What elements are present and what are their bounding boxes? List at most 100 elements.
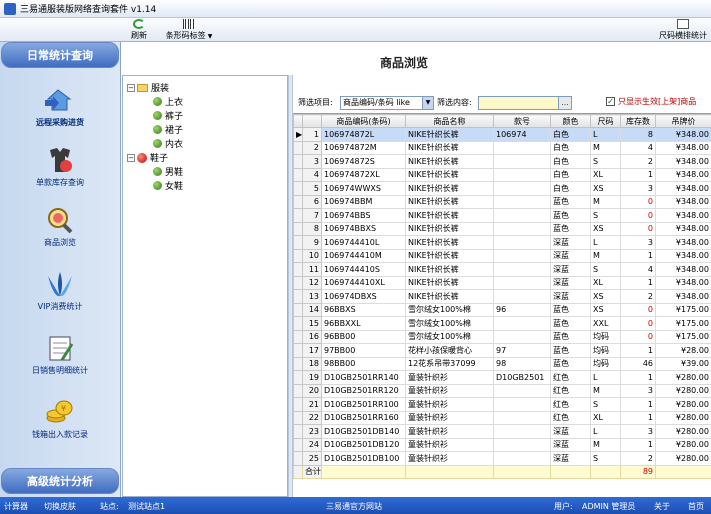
active-only-checkbox[interactable]: ✓ 只显示生效[上架]商品 bbox=[606, 96, 696, 107]
sidebar-item-label: VIP消费统计 bbox=[37, 302, 83, 311]
tree-node-underwear[interactable]: 内衣 bbox=[153, 137, 183, 150]
table-cell: 童装针织衫 bbox=[405, 451, 494, 466]
table-cell: 97BB00 bbox=[321, 343, 406, 358]
table-cell: ¥348.00 bbox=[655, 275, 711, 290]
size-report-button[interactable]: 尺码横排统计 bbox=[657, 19, 709, 41]
filter-select[interactable]: 商品编码/条码 like ▼ bbox=[340, 96, 434, 110]
switch-skin-link[interactable]: 切换皮肤 bbox=[44, 501, 76, 512]
table-row[interactable]: ▶ 1 106974872L NIKE针织长裤 106974 白色 L 8 ¥348.00 bbox=[293, 127, 711, 142]
sidebar-item-vip-stats[interactable]: VIP消费统计 bbox=[0, 270, 120, 312]
tree-node-shoes[interactable]: − 鞋子 bbox=[127, 151, 168, 164]
total-row: 合计 89 bbox=[293, 464, 711, 479]
tree-node-womens-shoes[interactable]: 女鞋 bbox=[153, 179, 183, 192]
table-cell: S bbox=[590, 208, 621, 223]
table-cell bbox=[493, 181, 551, 196]
table-cell: ¥175.00 bbox=[655, 302, 711, 317]
table-row[interactable]: 16 96BB00 雪尔绒女100%棉 蓝色 均码 0 ¥175.00 bbox=[293, 329, 711, 344]
column-header[interactable]: 商品名称 bbox=[405, 114, 494, 128]
leaf-icon bbox=[153, 97, 162, 106]
table-row[interactable]: 5 106974WWXS NIKE针织长裤 白色 XS 3 ¥348.00 bbox=[293, 181, 711, 196]
tree-node-pants[interactable]: 裤子 bbox=[153, 109, 183, 122]
sidebar-item-product-browse[interactable]: 商品浏览 bbox=[0, 206, 120, 248]
total-stock: 89 bbox=[620, 464, 656, 479]
tree-node-clothing[interactable]: − 服装 bbox=[127, 81, 169, 94]
row-number: 9 bbox=[302, 235, 322, 250]
table-row[interactable]: 23 D10GB2501DB140 童装针织衫 深蓝 L 3 ¥280.00 bbox=[293, 424, 711, 439]
table-row[interactable]: 4 106974872XL NIKE针织长裤 白色 XL 1 ¥348.00 bbox=[293, 167, 711, 182]
svg-text:¥: ¥ bbox=[61, 404, 66, 413]
row-number: 21 bbox=[302, 397, 322, 412]
column-header[interactable]: 款号 bbox=[493, 114, 551, 128]
tree-node-tops[interactable]: 上衣 bbox=[153, 95, 183, 108]
row-number: 15 bbox=[302, 316, 322, 331]
column-header[interactable]: 颜色 bbox=[550, 114, 591, 128]
table-cell: 童装针织衫 bbox=[405, 397, 494, 412]
table-row[interactable]: 24 D10GB2501DB120 童装针织衫 深蓝 M 1 ¥280.00 bbox=[293, 437, 711, 452]
table-cell: L bbox=[590, 127, 621, 142]
table-row[interactable]: 11 1069744410S NIKE针织长裤 深蓝 S 4 ¥348.00 bbox=[293, 262, 711, 277]
table-row[interactable]: 20 D10GB2501RR120 童装针织衫 红色 M 3 ¥280.00 bbox=[293, 383, 711, 398]
table-row[interactable]: 18 98BB00 12花系吊带37099 98 蓝色 均码 46 ¥39.00 bbox=[293, 356, 711, 371]
row-number: 1 bbox=[302, 127, 322, 142]
filter-content-input[interactable]: … bbox=[478, 96, 572, 110]
checkbox-checked-icon[interactable]: ✓ bbox=[606, 97, 615, 106]
row-indicator bbox=[293, 437, 303, 452]
content-label: 筛选内容: bbox=[437, 98, 472, 107]
table-cell: XL bbox=[590, 167, 621, 182]
product-grid[interactable]: 商品编码(条码) 商品名称 款号 颜色 尺码 库存数 吊牌价 ▶ 1 1069748… bbox=[293, 113, 711, 497]
about-link[interactable]: 关于 bbox=[654, 501, 670, 512]
sidebar-header-advanced[interactable]: 高级统计分析 bbox=[1, 468, 119, 494]
table-cell: 4 bbox=[620, 140, 656, 155]
table-row[interactable]: 12 1069744410XL NIKE针织长裤 深蓝 XL 1 ¥348.00 bbox=[293, 275, 711, 290]
collapse-icon[interactable]: − bbox=[127, 153, 135, 162]
home-link[interactable]: 首页 bbox=[688, 501, 704, 512]
table-row[interactable]: 10 1069744410M NIKE针织长裤 深蓝 M 1 ¥348.00 bbox=[293, 248, 711, 263]
ellipsis-icon[interactable]: … bbox=[558, 97, 571, 109]
table-row[interactable]: 15 96BBXXL 雪尔绒女100%棉 蓝色 XXL 0 ¥175.00 bbox=[293, 316, 711, 331]
table-cell: 1 bbox=[620, 248, 656, 263]
column-header[interactable]: 商品编码(条码) bbox=[321, 114, 406, 128]
table-row[interactable]: 3 106974872S NIKE针织长裤 白色 S 2 ¥348.00 bbox=[293, 154, 711, 169]
table-cell: 1 bbox=[620, 275, 656, 290]
table-cell: M bbox=[590, 140, 621, 155]
table-cell: 12花系吊带37099 bbox=[405, 356, 494, 371]
table-row[interactable]: 7 106974BBS NIKE针织长裤 蓝色 S 0 ¥348.00 bbox=[293, 208, 711, 223]
sidebar-item-cashbox[interactable]: ¥ 钱箱出入款记录 bbox=[0, 398, 120, 440]
tree-node-skirts[interactable]: 裙子 bbox=[153, 123, 183, 136]
table-cell: 2 bbox=[620, 289, 656, 304]
column-header[interactable]: 尺码 bbox=[590, 114, 621, 128]
column-header[interactable]: 吊牌价 bbox=[655, 114, 711, 128]
table-cell: NIKE针织长裤 bbox=[405, 154, 494, 169]
column-header[interactable]: 库存数 bbox=[620, 114, 656, 128]
table-row[interactable]: 2 106974872M NIKE针织长裤 白色 M 4 ¥348.00 bbox=[293, 140, 711, 155]
table-cell: XS bbox=[590, 289, 621, 304]
table-cell: ¥280.00 bbox=[655, 370, 711, 385]
table-row[interactable]: 22 D10GB2501RR160 童装针织衫 红色 XL 1 ¥280.00 bbox=[293, 410, 711, 425]
chevron-down-icon[interactable]: ▼ bbox=[422, 97, 433, 109]
table-row[interactable]: 9 1069744410L NIKE针织长裤 深蓝 L 3 ¥348.00 bbox=[293, 235, 711, 250]
table-row[interactable]: 13 106974DBXS NIKE针织长裤 深蓝 XS 2 ¥348.00 bbox=[293, 289, 711, 304]
official-website-link[interactable]: 三易通官方网站 bbox=[326, 501, 382, 512]
sidebar-item-stock-query[interactable]: 单款库存查询 bbox=[0, 146, 120, 188]
barcode-label-button[interactable]: 条形码标签 ▼ bbox=[163, 19, 215, 41]
row-indicator bbox=[293, 221, 303, 236]
refresh-button[interactable]: 刷新 bbox=[128, 19, 150, 41]
table-row[interactable]: 6 106974BBM NIKE针织长裤 蓝色 M 0 ¥348.00 bbox=[293, 194, 711, 209]
table-cell bbox=[493, 289, 551, 304]
sidebar-item-daily-sales[interactable]: 日销售明细统计 bbox=[0, 334, 120, 376]
table-cell: 白色 bbox=[550, 154, 591, 169]
sidebar-item-remote-purchase[interactable]: 远程采购进货 bbox=[0, 86, 120, 128]
table-row[interactable]: 14 96BBXS 雪尔绒女100%棉 96 蓝色 XS 0 ¥175.00 bbox=[293, 302, 711, 317]
table-row[interactable]: 25 D10GB2501DB100 童装针织衫 深蓝 S 2 ¥280.00 bbox=[293, 451, 711, 466]
row-indicator bbox=[293, 410, 303, 425]
table-row[interactable]: 21 D10GB2501RR100 童装针织衫 红色 S 1 ¥280.00 bbox=[293, 397, 711, 412]
calculator-link[interactable]: 计算器 bbox=[4, 501, 28, 512]
table-row[interactable]: 17 97BB00 花样小孩保暖背心 97 蓝色 均码 1 ¥28.00 bbox=[293, 343, 711, 358]
tree-node-mens-shoes[interactable]: 男鞋 bbox=[153, 165, 183, 178]
collapse-icon[interactable]: − bbox=[127, 83, 135, 92]
table-cell: 深蓝 bbox=[550, 451, 591, 466]
sidebar-header-daily[interactable]: 日常统计查询 bbox=[1, 42, 119, 68]
table-row[interactable]: 8 106974BBXS NIKE针织长裤 蓝色 XS 0 ¥348.00 bbox=[293, 221, 711, 236]
table-row[interactable]: 19 D10GB2501RR140 童装针织衫 D10GB2501 红色 L 1 ¥280.0… bbox=[293, 370, 711, 385]
table-cell: 1 bbox=[620, 437, 656, 452]
